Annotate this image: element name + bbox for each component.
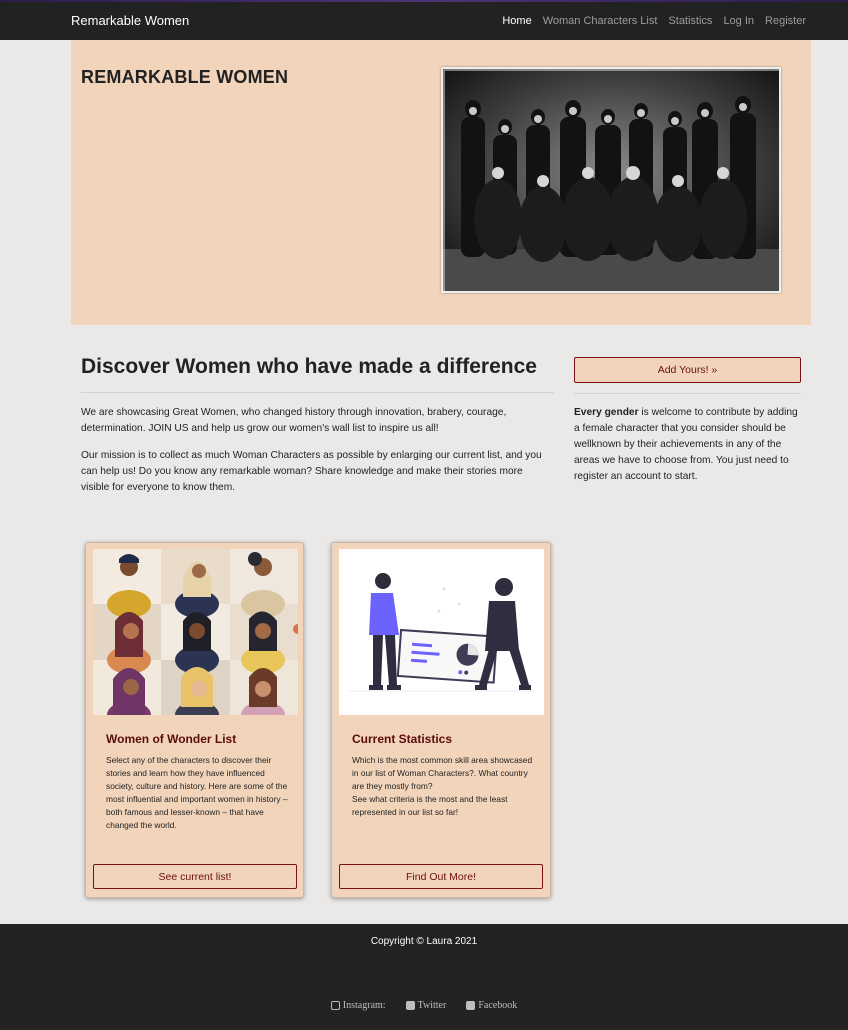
vintage-women-photo-illustration <box>443 69 779 291</box>
social-links: Instagram: Twitter Facebook <box>0 1000 848 1011</box>
every-gender-bold: Every gender <box>574 407 639 418</box>
card-title-women-list: Women of Wonder List <box>106 732 237 746</box>
hero-group-photo <box>441 67 781 293</box>
women-list-card: Women of Wonder List Select any of the c… <box>85 542 304 898</box>
statistics-illustration <box>339 549 544 715</box>
nav-links: Home Woman Characters List Statistics Lo… <box>502 15 806 27</box>
facebook-icon <box>466 1001 476 1010</box>
mission-paragraph: Our mission is to collect as much Woman … <box>81 450 542 493</box>
contribute-text: Every gender is welcome to contribute by… <box>574 405 801 485</box>
contribute-body: is welcome to contribute by adding a fem… <box>574 407 798 482</box>
nav-statistics[interactable]: Statistics <box>668 15 712 27</box>
footer: Copyright © Laura 2021 Instagram: Twitte… <box>0 924 848 1030</box>
instagram-label: Instagram: <box>342 1000 386 1011</box>
nav-register[interactable]: Register <box>765 15 806 27</box>
presentation-board-image <box>339 549 544 715</box>
card-text-statistics: Which is the most common skill area show… <box>352 755 533 817</box>
navbar: Remarkable Women Home Woman Characters L… <box>0 2 848 40</box>
facebook-link[interactable]: Facebook <box>466 1000 517 1011</box>
brand-link[interactable]: Remarkable Women <box>71 13 189 28</box>
find-out-more-button[interactable]: Find Out More! <box>339 864 543 889</box>
hero-title: REMARKABLE WOMEN <box>81 67 289 87</box>
instagram-link[interactable]: Instagram: <box>330 1000 386 1011</box>
nav-home[interactable]: Home <box>502 15 531 27</box>
statistics-card: Current Statistics Which is the most com… <box>331 542 551 898</box>
see-current-list-button[interactable]: See current list! <box>93 864 297 889</box>
card-text-women-list: Select any of the characters to discover… <box>106 755 288 830</box>
facebook-label: Facebook <box>478 1000 518 1011</box>
twitter-icon <box>405 1001 415 1010</box>
card-title-statistics: Current Statistics <box>352 732 453 746</box>
twitter-link[interactable]: Twitter <box>405 1000 447 1011</box>
women-portraits-image <box>93 549 298 715</box>
sidebar-divider <box>574 393 801 394</box>
discover-heading: Discover Women who have made a differenc… <box>81 355 537 378</box>
divider <box>81 392 554 393</box>
women-portraits-illustration <box>93 549 298 715</box>
hero-banner: REMARKABLE WOMEN <box>71 40 811 325</box>
add-yours-button[interactable]: Add Yours! » <box>574 357 801 383</box>
copyright-text: Copyright © Laura 2021 <box>370 936 478 947</box>
nav-log-in[interactable]: Log In <box>723 15 754 27</box>
nav-woman-characters-list[interactable]: Woman Characters List <box>543 15 658 27</box>
instagram-icon <box>330 1001 340 1010</box>
intro-paragraph: We are showcasing Great Women, who chang… <box>81 407 507 434</box>
twitter-label: Twitter <box>417 1000 447 1011</box>
